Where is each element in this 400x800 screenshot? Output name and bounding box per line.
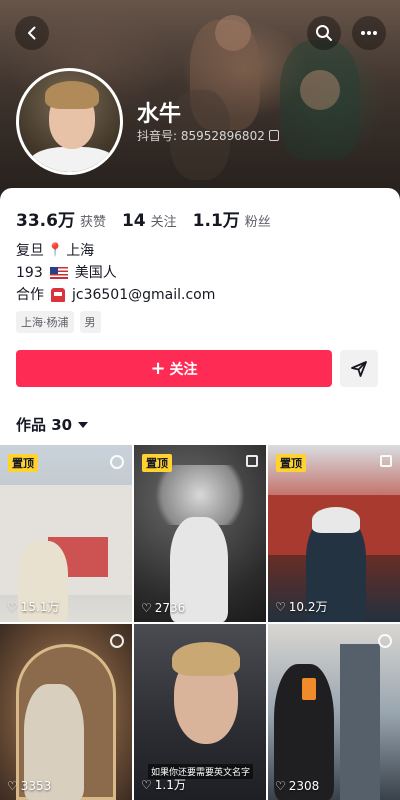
follow-button-label: 关注 xyxy=(169,361,198,378)
message-button[interactable] xyxy=(340,350,378,387)
pinned-badge: 置顶 xyxy=(276,454,306,472)
more-dots-icon xyxy=(361,31,377,35)
more-button[interactable] xyxy=(352,16,386,50)
avatar-shirt xyxy=(29,147,117,172)
stat-value: 33.6万 xyxy=(16,211,75,231)
bio-line: 复旦 📍 上海 xyxy=(16,240,215,262)
us-flag-icon xyxy=(49,267,68,279)
pinned-badge: 置顶 xyxy=(8,454,38,472)
thumb-hat xyxy=(312,507,360,533)
stat-followers[interactable]: 1.1万 粉丝 xyxy=(193,206,271,231)
like-count: ♡ 15.1万 xyxy=(7,598,60,615)
like-count: ♡ 1.1万 xyxy=(141,776,186,793)
like-count-value: 1.1万 xyxy=(154,778,186,792)
avatar[interactable] xyxy=(16,68,123,175)
heart-outline-icon: ♡ xyxy=(275,599,286,614)
thumb-phone xyxy=(302,678,316,700)
stat-value: 1.1万 xyxy=(192,211,240,231)
bio-text: 193 xyxy=(16,265,43,281)
video-thumbnail[interactable]: ♡ 3353 xyxy=(0,624,132,800)
heart-outline-icon: ♡ xyxy=(7,599,18,614)
like-count: ♡ 10.2万 xyxy=(275,598,328,615)
thumb-door xyxy=(340,644,380,800)
like-count: ♡ 3353 xyxy=(7,779,51,793)
douyin-id[interactable]: 抖音号: 85952896802 xyxy=(137,127,279,144)
bio-text: 美国人 xyxy=(74,265,117,281)
search-icon xyxy=(316,25,332,41)
like-count: ♡ 2736 xyxy=(141,601,185,615)
heart-outline-icon: ♡ xyxy=(275,779,286,793)
like-count-value: 10.2万 xyxy=(288,600,328,614)
stat-value: 14 xyxy=(121,211,146,231)
stat-following[interactable]: 14 关注 xyxy=(122,211,177,231)
live-photo-icon xyxy=(378,634,392,648)
search-button[interactable] xyxy=(307,16,341,50)
bio-text: 上海 xyxy=(66,243,95,259)
like-count: ♡ 2308 xyxy=(275,779,319,793)
heart-outline-icon: ♡ xyxy=(7,779,18,793)
video-thumbnail[interactable]: ♡ 2308 xyxy=(268,624,400,800)
heart-outline-icon: ♡ xyxy=(141,777,152,792)
stat-likes[interactable]: 33.6万 获赞 xyxy=(16,206,106,231)
like-count-value: 2308 xyxy=(288,779,320,793)
thumb-flowers xyxy=(144,465,256,525)
chevron-left-icon xyxy=(28,26,36,40)
caret-down-icon xyxy=(78,421,89,428)
live-photo-icon xyxy=(110,634,124,648)
bio-text: 合作 xyxy=(16,287,44,303)
tag-location[interactable]: 上海·杨浦 xyxy=(16,311,74,333)
works-tab[interactable]: 作品 30 xyxy=(16,414,89,435)
like-count-value: 15.1万 xyxy=(20,600,60,614)
plus-icon: + xyxy=(150,357,166,379)
stat-label: 获赞 xyxy=(79,215,106,230)
tag-gender: 男 xyxy=(79,311,101,333)
multi-image-icon xyxy=(380,455,392,467)
like-count-value: 3353 xyxy=(20,779,52,793)
bio-line: 合作 jc36501@gmail.com xyxy=(16,284,215,306)
follow-button[interactable]: + 关注 xyxy=(16,350,332,387)
bio-email: jc36501@gmail.com xyxy=(72,287,216,303)
video-thumbnail[interactable]: 如果你还要需要英文名字 ♡ 1.1万 xyxy=(134,624,266,800)
pinned-badge: 置顶 xyxy=(142,454,172,472)
video-thumbnail[interactable]: 置顶 ♡ 2736 xyxy=(134,445,266,622)
bio-line: 193 美国人 xyxy=(16,262,215,284)
stats-row: 33.6万 获赞 14 关注 1.1万 粉丝 xyxy=(16,206,271,231)
live-photo-icon xyxy=(110,455,124,469)
back-button[interactable] xyxy=(15,16,49,50)
stat-label: 关注 xyxy=(150,215,177,230)
copy-icon[interactable] xyxy=(268,130,279,141)
bio-text: 复旦 xyxy=(16,243,44,259)
thumb-hair xyxy=(172,642,240,676)
like-count-value: 2736 xyxy=(154,601,186,615)
multi-image-icon xyxy=(246,455,258,467)
mailbox-icon xyxy=(51,288,65,302)
avatar-hair xyxy=(45,81,99,109)
video-thumbnail[interactable]: 置顶 ♡ 10.2万 xyxy=(268,445,400,622)
nickname: 水牛 xyxy=(137,102,182,127)
stat-label: 粉丝 xyxy=(244,215,271,230)
video-grid: 置顶 ♡ 15.1万 置顶 ♡ 2736 置顶 ♡ 10.2万 ♡ 3353 如… xyxy=(0,445,400,800)
location-pin-icon: 📍 xyxy=(47,243,64,258)
works-tab-label: 作品 30 xyxy=(16,416,73,434)
send-icon xyxy=(351,360,367,377)
heart-outline-icon: ♡ xyxy=(141,601,152,615)
video-thumbnail[interactable]: 置顶 ♡ 15.1万 xyxy=(0,445,132,622)
profile-tags: 上海·杨浦 男 xyxy=(16,311,101,333)
bio: 复旦 📍 上海 193 美国人 合作 jc36501@gmail.com xyxy=(16,240,215,306)
douyin-id-text: 抖音号: 85952896802 xyxy=(137,129,265,143)
